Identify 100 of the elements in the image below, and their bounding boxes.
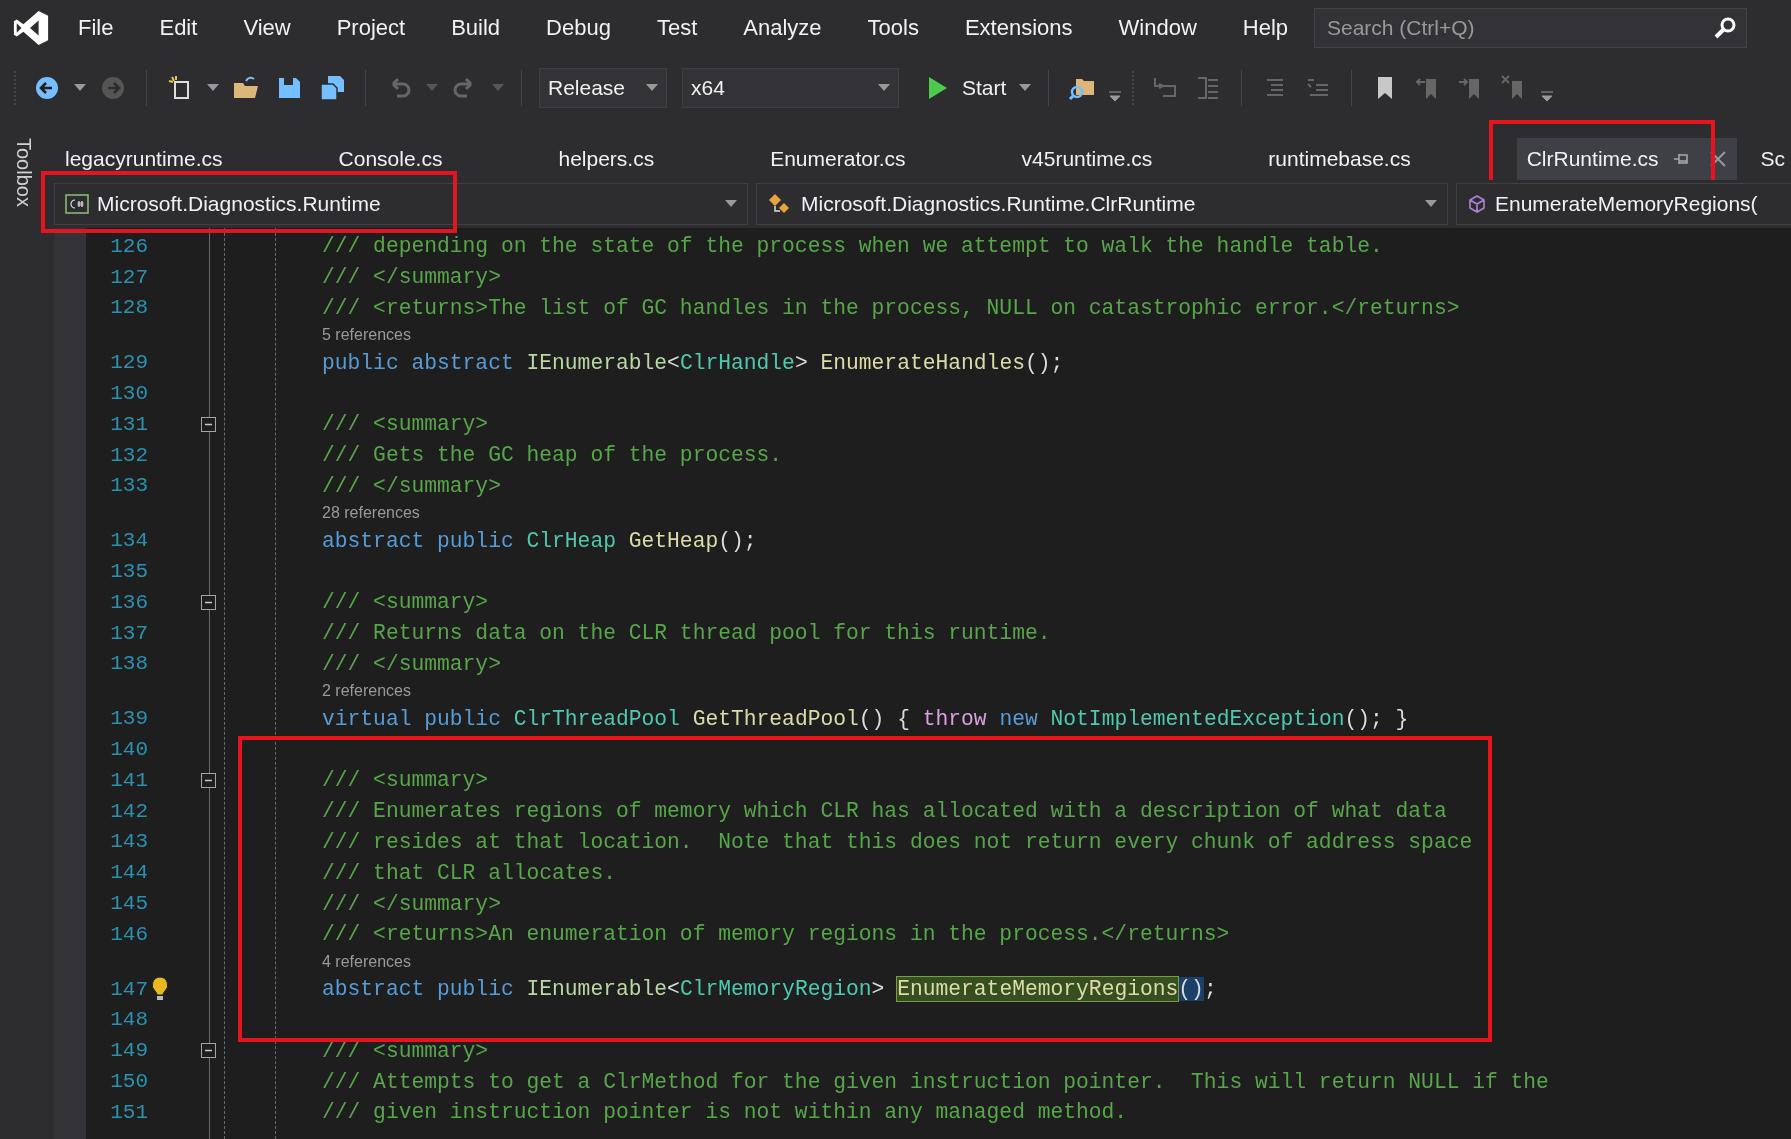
code-line: /// depending on the state of the process when we attempt to walk the handle table.: [322, 234, 1383, 259]
line-number: 130: [109, 382, 148, 406]
code-line: /// <returns>The list of GC handles in the process, NULL on catastrophic error.</returns>: [322, 296, 1460, 320]
document-tab[interactable]: Console.cs: [328, 138, 549, 180]
line-number: 132: [109, 443, 148, 467]
menu-item[interactable]: Window: [1118, 14, 1197, 41]
code-line: /// that CLR allocates.: [322, 860, 616, 885]
code-line: /// <summary>: [322, 590, 489, 615]
line-number: 147: [109, 977, 148, 1001]
caret-icon: [74, 83, 86, 92]
menu-item[interactable]: Analyze: [743, 14, 822, 41]
line-number: 137: [109, 621, 148, 645]
line-number: 133: [109, 474, 148, 498]
line-number: 142: [109, 799, 148, 823]
menu-item[interactable]: File: [78, 14, 114, 41]
collapse-toggle[interactable]: [200, 1043, 216, 1059]
collapse-toggle[interactable]: [200, 416, 216, 432]
line-number: 139: [109, 707, 148, 731]
menu-item[interactable]: Tools: [867, 14, 919, 41]
caret-icon: [646, 83, 658, 92]
caret-icon: [207, 83, 219, 92]
member-dropdown[interactable]: EnumerateMemoryRegions(: [1456, 183, 1791, 225]
menu-item[interactable]: Extensions: [964, 14, 1073, 41]
line-number: 126: [109, 234, 148, 258]
caret-icon: [492, 83, 504, 92]
menu-item[interactable]: View: [243, 14, 291, 41]
csharp-project-icon: [65, 194, 89, 214]
document-tab[interactable]: runtimebase.cs: [1258, 138, 1517, 180]
code-line: /// <summary>: [322, 412, 489, 437]
line-number: 150: [109, 1070, 148, 1093]
overflow-icon[interactable]: [1109, 89, 1122, 102]
line-number: 148: [109, 1008, 148, 1032]
code-line: virtual public ClrThreadPool GetThreadPool() { throw new NotImplementedException(); }: [322, 706, 1409, 731]
line-number: 151: [109, 1100, 148, 1124]
line-number: 128: [109, 296, 148, 320]
caret-icon: [725, 200, 737, 208]
line-number: 149: [109, 1039, 148, 1063]
code-line: /// Enumerates regions of memory which CLR has allocated with a description of what data: [322, 799, 1447, 824]
reference-count[interactable]: 28 references: [322, 504, 420, 523]
cube-icon: [1467, 194, 1487, 214]
code-line: /// </summary>: [322, 891, 501, 916]
code-line: /// given instruction pointer is not within any managed method.: [322, 1100, 1128, 1125]
reference-count[interactable]: 5 references: [322, 326, 411, 345]
caret-icon: [1019, 83, 1032, 92]
menu-item[interactable]: Project: [336, 14, 406, 41]
document-tab[interactable]: helpers.cs: [548, 138, 761, 180]
line-number: 129: [109, 351, 148, 375]
collapse-toggle[interactable]: [200, 594, 216, 610]
line-number: 134: [109, 529, 148, 553]
document-tab[interactable]: Enumerator.cs: [760, 138, 1012, 180]
document-tab[interactable]: legacyruntime.cs: [55, 138, 329, 180]
line-number: 141: [109, 768, 148, 792]
line-number: 138: [109, 652, 148, 676]
menu-item[interactable]: Test: [656, 14, 698, 41]
code-line: /// Returns data on the CLR thread pool for this runtime.: [322, 621, 1051, 646]
code-line: /// resides at that location. Note that this does not return every chunk of address space: [322, 829, 1473, 854]
logo-icon[interactable]: [12, 8, 50, 47]
caret-icon: [1425, 200, 1437, 208]
line-number: 144: [109, 861, 148, 885]
line-number: 146: [109, 922, 148, 946]
configuration-dropdown[interactable]: Release: [539, 67, 667, 108]
document-tab[interactable]: Sc: [1750, 138, 1791, 180]
line-number: 136: [109, 590, 148, 614]
code-line: /// </summary>: [322, 651, 501, 676]
code-line: public abstract IEnumerable<ClrHandle> EnumerateHandles();: [322, 350, 1064, 375]
code-line: abstract public IEnumerable<ClrMemoryRegion> EnumerateMemoryRegions();: [322, 977, 1217, 1002]
reference-count[interactable]: 2 references: [322, 682, 411, 701]
caret-icon: [878, 83, 890, 92]
search-button[interactable]: [1713, 15, 1737, 40]
line-number: 127: [109, 265, 148, 289]
platform-dropdown[interactable]: x64: [682, 67, 899, 108]
code-line: /// Gets the GC heap of the process.: [322, 443, 783, 468]
search-field[interactable]: Search (Ctrl+Q): [1314, 7, 1747, 48]
project-dropdown[interactable]: Microsoft.Diagnostics.Runtime: [54, 183, 748, 225]
code-line: abstract public ClrHeap GetHeap();: [322, 528, 757, 553]
start-button[interactable]: Start: [926, 73, 1009, 102]
document-tab[interactable]: v45runtime.cs: [1011, 138, 1259, 180]
code-line: /// Attempts to get a ClrMethod for the given instruction pointer. This will return NULL if the: [322, 1069, 1549, 1094]
line-number: 135: [109, 560, 148, 584]
code-line: /// <summary>: [322, 768, 489, 793]
caret-icon: [426, 83, 438, 92]
line-number: 143: [109, 830, 148, 854]
lightbulb-icon[interactable]: [150, 976, 170, 1003]
close-icon[interactable]: [1708, 150, 1727, 168]
menu-item[interactable]: Edit: [159, 14, 198, 41]
collapse-toggle[interactable]: [200, 772, 216, 788]
reference-count[interactable]: 4 references: [322, 952, 411, 971]
type-dropdown[interactable]: Microsoft.Diagnostics.Runtime.ClrRuntime: [756, 183, 1448, 225]
overflow-icon[interactable]: [1541, 89, 1554, 102]
play-icon: [928, 75, 948, 100]
menu-item[interactable]: Help: [1242, 14, 1289, 41]
line-number: 140: [109, 738, 148, 762]
code-line: /// </summary>: [322, 265, 501, 290]
toolbox-tab[interactable]: Toolbox: [12, 138, 35, 207]
line-number: 145: [109, 892, 148, 916]
code-line: /// </summary>: [322, 473, 501, 498]
pin-icon[interactable]: [1672, 152, 1689, 166]
menu-item[interactable]: Debug: [546, 14, 611, 41]
menu-item[interactable]: Build: [451, 14, 501, 41]
document-tab[interactable]: ClrRuntime.cs: [1516, 138, 1737, 180]
